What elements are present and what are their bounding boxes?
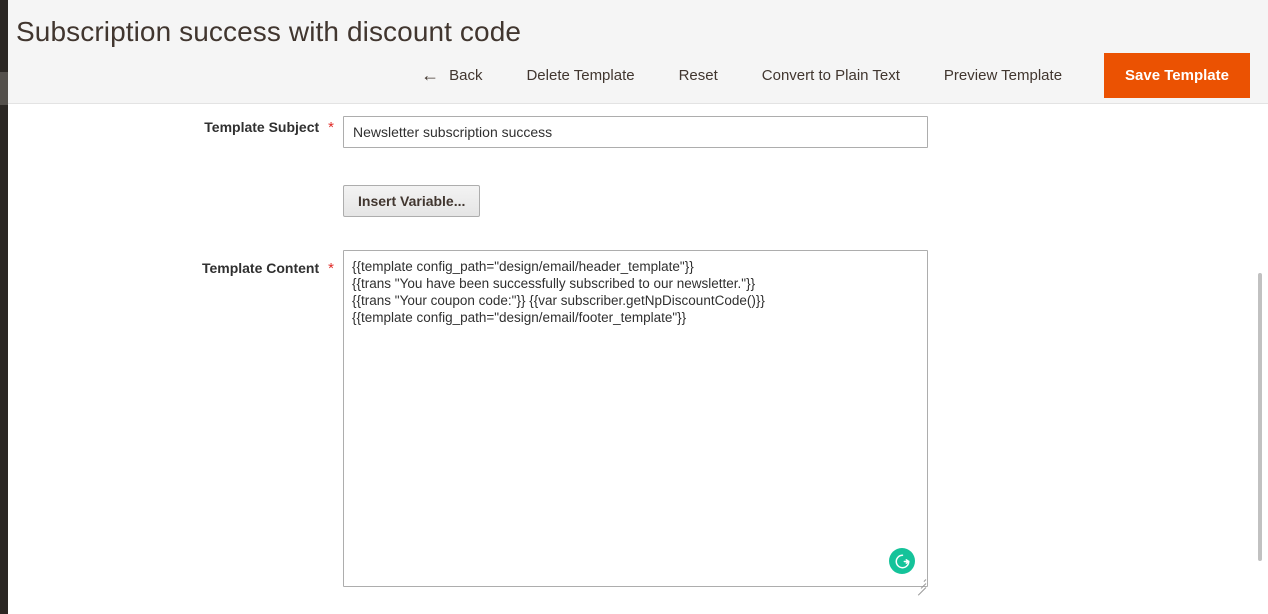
convert-to-plain-text-button[interactable]: Convert to Plain Text bbox=[740, 53, 922, 98]
insert-variable-control: Insert Variable... bbox=[343, 185, 481, 217]
template-content-wrapper bbox=[343, 250, 928, 596]
admin-email-template-page: Subscription success with discount code … bbox=[0, 0, 1268, 614]
page-header: Subscription success with discount code … bbox=[8, 0, 1268, 104]
arrow-left-icon: ← bbox=[421, 64, 440, 85]
template-subject-label: Template Subject * bbox=[8, 116, 334, 138]
sidebar-active-indicator bbox=[0, 72, 8, 105]
template-subject-label-text: Template Subject bbox=[204, 119, 320, 135]
template-content-field-row: Template Content * bbox=[8, 250, 928, 596]
required-marker: * bbox=[328, 119, 334, 136]
save-template-button[interactable]: Save Template bbox=[1104, 53, 1250, 98]
reset-button[interactable]: Reset bbox=[657, 53, 740, 98]
page-title: Subscription success with discount code bbox=[16, 16, 522, 47]
page-scrollbar-thumb[interactable] bbox=[1258, 273, 1262, 561]
template-content-textarea[interactable] bbox=[343, 250, 928, 587]
template-subject-input[interactable] bbox=[343, 116, 928, 148]
preview-template-button[interactable]: Preview Template bbox=[922, 53, 1084, 98]
back-button-label: Back bbox=[449, 67, 483, 84]
grammarly-icon[interactable] bbox=[889, 548, 915, 574]
page-scrollbar-track[interactable] bbox=[1253, 105, 1268, 614]
template-subject-control bbox=[343, 116, 928, 148]
insert-variable-row: Insert Variable... bbox=[8, 185, 481, 217]
template-subject-field-row: Template Subject * bbox=[8, 116, 928, 148]
admin-sidebar-rail bbox=[0, 0, 8, 614]
insert-variable-button[interactable]: Insert Variable... bbox=[343, 185, 481, 217]
back-button[interactable]: ← Back bbox=[411, 53, 504, 98]
delete-template-button[interactable]: Delete Template bbox=[504, 53, 656, 98]
email-template-form: Template Subject * Insert Variable... Tem… bbox=[8, 105, 1256, 614]
template-content-label: Template Content * bbox=[8, 250, 334, 278]
template-content-control bbox=[343, 250, 928, 596]
page-actions-toolbar: ← Back Delete Template Reset Convert to … bbox=[411, 53, 1250, 98]
template-content-label-text: Template Content bbox=[201, 260, 320, 276]
required-marker: * bbox=[328, 260, 334, 277]
